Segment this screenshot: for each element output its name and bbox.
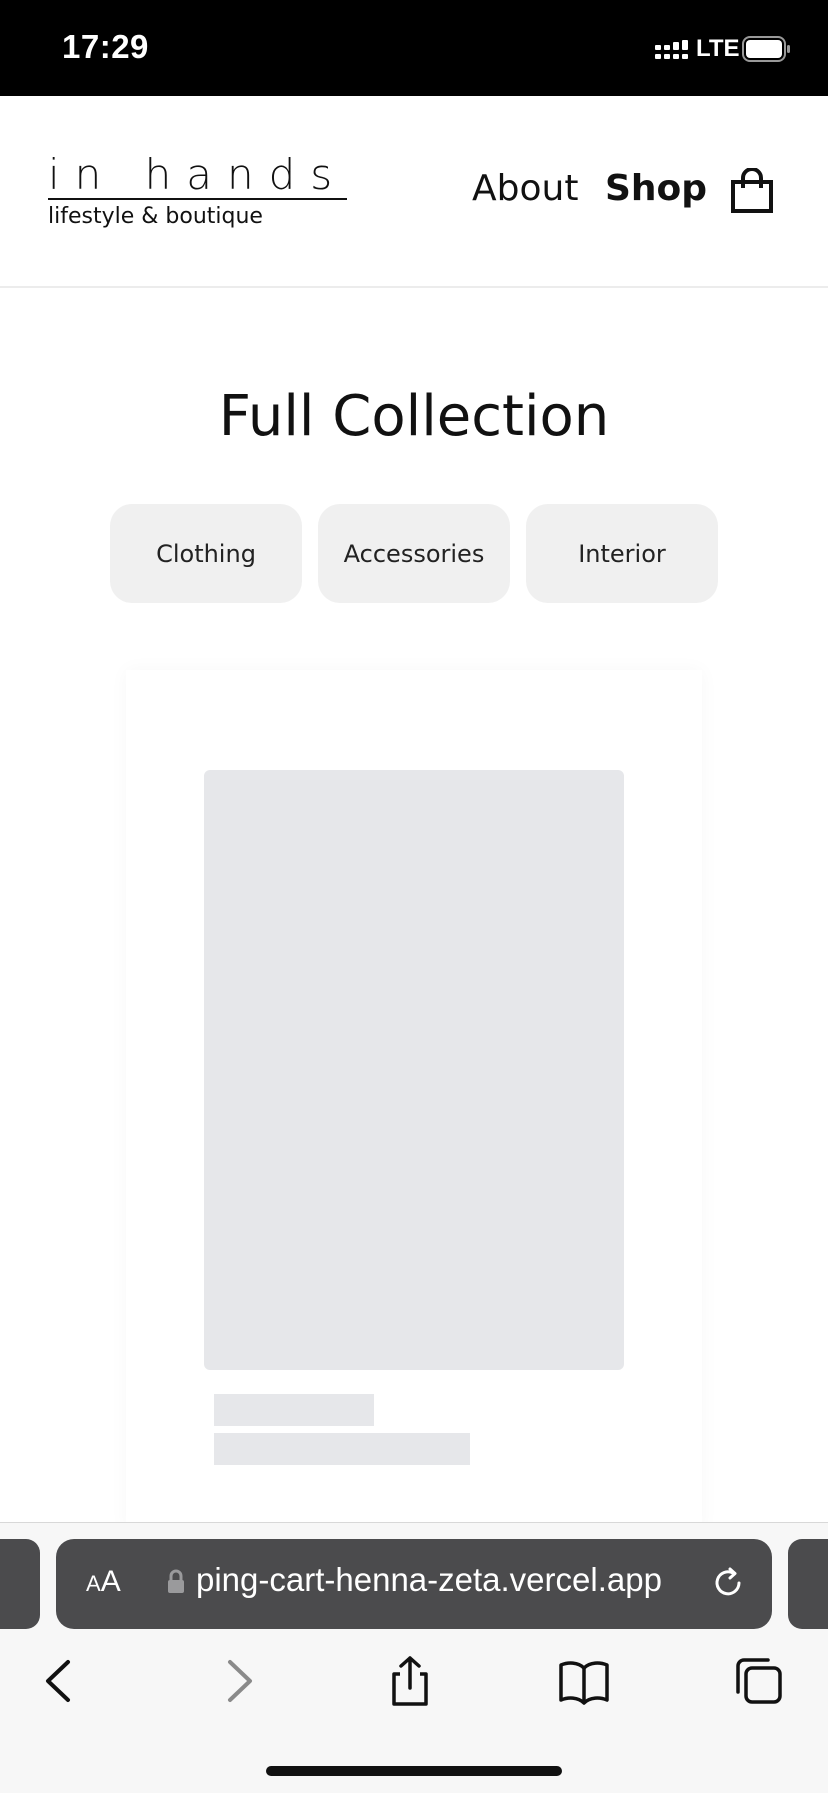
text-size-large-label: A xyxy=(100,1565,121,1598)
share-icon[interactable] xyxy=(382,1656,438,1706)
nav-about-link[interactable]: About xyxy=(472,168,578,209)
nav-shop-link[interactable]: Shop xyxy=(605,168,707,209)
filter-interior-button[interactable]: Interior xyxy=(526,504,718,603)
next-tab-preview[interactable] xyxy=(788,1539,828,1629)
product-title-placeholder xyxy=(214,1394,374,1426)
status-time: 17:29 xyxy=(62,28,149,65)
previous-tab-preview[interactable] xyxy=(0,1539,40,1629)
lock-icon xyxy=(168,1569,184,1593)
forward-chevron-icon[interactable] xyxy=(208,1656,264,1706)
status-bar: 17:29 LTE xyxy=(0,0,828,96)
address-bar[interactable]: AA ping-cart-henna-zeta.vercel.app xyxy=(56,1539,772,1629)
tabs-overview-icon[interactable] xyxy=(730,1656,786,1706)
product-image-placeholder xyxy=(204,770,624,1370)
url-text[interactable]: ping-cart-henna-zeta.vercel.app xyxy=(196,1561,662,1599)
back-chevron-icon[interactable] xyxy=(34,1656,90,1706)
network-type-label: LTE xyxy=(696,35,740,62)
reload-icon[interactable] xyxy=(710,1565,746,1601)
filter-clothing-button[interactable]: Clothing xyxy=(110,504,302,603)
home-indicator[interactable] xyxy=(266,1766,562,1776)
signal-strength-icon xyxy=(655,40,688,59)
text-size-button[interactable]: AA xyxy=(86,1565,121,1599)
brand-tagline: lifestyle & boutique xyxy=(48,204,263,229)
page-title: Full Collection xyxy=(218,384,610,449)
site-header: in hands lifestyle & boutique About Shop xyxy=(0,96,828,288)
shopping-bag-icon[interactable] xyxy=(730,168,774,214)
text-size-small-label: A xyxy=(86,1571,101,1596)
brand-logo-name[interactable]: in hands xyxy=(48,152,348,200)
bookmarks-book-icon[interactable] xyxy=(556,1656,612,1706)
battery-icon xyxy=(742,36,790,62)
filter-accessories-button[interactable]: Accessories xyxy=(318,504,510,603)
product-price-placeholder xyxy=(214,1433,470,1465)
